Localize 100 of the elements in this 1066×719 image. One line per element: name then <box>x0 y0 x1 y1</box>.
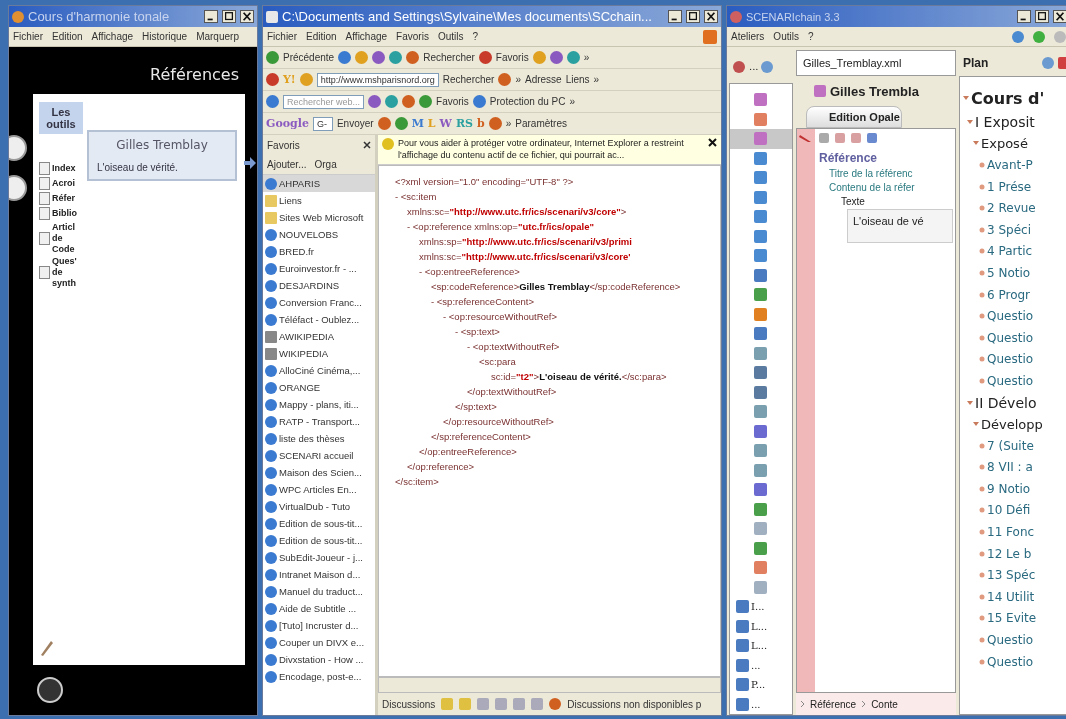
tree-folder[interactable]: ... <box>751 659 761 671</box>
toolbar-icon[interactable] <box>531 698 544 710</box>
favorite-item[interactable]: VirtualDub - Tuto <box>263 498 375 515</box>
toolbar-icon[interactable] <box>532 51 546 64</box>
toolbar-button[interactable]: Rechercher <box>423 52 475 63</box>
menu-item[interactable]: Outils <box>437 31 464 42</box>
toolbar-icon[interactable] <box>266 73 279 86</box>
checkbox[interactable] <box>39 231 50 245</box>
toolbar-icon[interactable] <box>419 95 433 108</box>
menu-item[interactable]: ? <box>472 31 479 42</box>
outline-item[interactable]: Questio <box>987 330 1034 345</box>
breadcrumb-item[interactable]: Conte <box>871 698 898 710</box>
tree-folder[interactable]: ... <box>751 698 761 710</box>
outline-item[interactable]: 13 Spéc <box>987 568 1036 583</box>
favorite-item[interactable]: liste des thèses <box>263 430 375 447</box>
tools-tab[interactable]: Les outils <box>39 102 83 134</box>
favorite-item[interactable]: ORANGE <box>263 379 375 396</box>
checkbox[interactable] <box>39 177 50 190</box>
checkbox[interactable] <box>39 207 50 220</box>
outline-item[interactable]: 10 Défi <box>987 503 1031 518</box>
outline-item[interactable]: 11 Fonc <box>987 525 1035 540</box>
outline-item[interactable]: 5 Notio <box>987 265 1031 280</box>
favorite-item[interactable]: AHPARIS <box>263 175 375 192</box>
toolbar-button[interactable]: Discussions <box>382 698 436 710</box>
outline-item[interactable]: Développ <box>981 416 1043 432</box>
toolbar-icon[interactable] <box>266 51 279 64</box>
favorite-item[interactable]: AlloCiné Cinéma,... <box>263 362 375 379</box>
menu-item[interactable]: Fichier <box>267 31 297 42</box>
outline-item[interactable]: II Dévelo <box>975 394 1037 411</box>
tree-item[interactable] <box>730 129 792 149</box>
maximize-icon[interactable] <box>686 10 700 23</box>
outline-item[interactable]: 3 Spéci <box>987 222 1031 237</box>
favorite-item[interactable]: Sites Web Microsoft <box>263 209 375 226</box>
checkbox[interactable] <box>39 192 50 205</box>
toolbar-icon[interactable] <box>389 51 403 64</box>
outline-item[interactable]: 9 Notio <box>987 481 1031 496</box>
favorite-item[interactable]: NOUVELOBS <box>263 226 375 243</box>
maximize-icon[interactable] <box>1035 10 1049 23</box>
organize-button[interactable]: Orga <box>314 159 337 170</box>
favorite-item[interactable]: WPC Articles En... <box>263 481 375 498</box>
toolbar-field[interactable]: G- <box>312 116 333 131</box>
toolbar-icon[interactable] <box>355 51 369 64</box>
toolbar-logo[interactable]: W <box>439 117 452 130</box>
toolbar-icon[interactable] <box>498 73 512 86</box>
outline-item[interactable]: Questio <box>987 309 1034 324</box>
outline-item[interactable]: Questio <box>987 654 1034 669</box>
tree-folder[interactable]: I... <box>751 601 765 613</box>
edit-tab[interactable]: Edition Opale <box>806 106 902 128</box>
favorite-item[interactable]: Edition de sous-tit... <box>263 532 375 549</box>
minimize-icon[interactable] <box>1017 10 1031 23</box>
file-tab[interactable]: Gilles_Tremblay.xml <box>796 50 956 76</box>
toolbar-icon[interactable] <box>402 95 416 108</box>
outline-item[interactable]: 8 VII : a <box>987 460 1033 475</box>
tree-folder[interactable]: P... <box>751 679 766 691</box>
favorite-item[interactable]: WIKIPEDIA <box>263 345 375 362</box>
toolbar-button[interactable]: » <box>569 96 575 107</box>
favorite-item[interactable]: Mappy - plans, iti... <box>263 396 375 413</box>
breadcrumb-item[interactable]: Référence <box>810 698 857 710</box>
menu-item[interactable]: Favoris <box>396 31 429 42</box>
toolbar-icon[interactable] <box>394 117 408 130</box>
toolbar-button[interactable]: Rechercher <box>442 74 495 85</box>
menu-item[interactable]: Edition <box>52 31 83 42</box>
outline-item[interactable]: Questio <box>987 352 1034 367</box>
menu-item[interactable]: ? <box>807 31 814 42</box>
outline-item[interactable]: 12 Le b <box>987 546 1032 561</box>
menu-item[interactable]: Edition <box>306 31 337 42</box>
toolbar-field[interactable]: http://www.mshparisnord.org <box>316 72 439 87</box>
toolbar-button[interactable]: Adresse <box>525 74 562 85</box>
outline-item[interactable]: Questio <box>987 373 1034 388</box>
checkbox[interactable] <box>39 266 50 280</box>
outline-item[interactable]: 4 Partic <box>987 244 1033 259</box>
tool-label[interactable]: Ques' de synth <box>52 256 86 289</box>
favorite-item[interactable]: RATP - Transport... <box>263 413 375 430</box>
expanded-triangle-icon[interactable] <box>967 399 973 406</box>
minimize-icon[interactable] <box>668 10 682 23</box>
favorite-item[interactable]: AWIKIPEDIA <box>263 328 375 345</box>
toolbar-logo[interactable]: M <box>411 117 424 130</box>
tool-label[interactable]: Index <box>52 163 86 174</box>
outline-item[interactable]: 2 Revue <box>987 201 1036 216</box>
minimize-icon[interactable] <box>204 10 218 23</box>
outline-item[interactable]: 15 Evite <box>987 611 1037 626</box>
tool-label[interactable]: Articl de Code <box>52 222 86 255</box>
favorite-item[interactable]: Couper un DIVX e... <box>263 634 375 651</box>
toolbar-button[interactable]: Favoris <box>495 52 529 63</box>
outline-item[interactable]: Avant-P <box>987 158 1033 172</box>
toolbar-button[interactable]: Liens <box>565 74 590 85</box>
toolbar-button[interactable]: » <box>583 52 590 63</box>
toolbar-icon[interactable] <box>472 95 486 108</box>
menu-item[interactable]: Historique <box>142 31 188 42</box>
favorite-item[interactable]: DESJARDINS <box>263 277 375 294</box>
toolbar-icon[interactable] <box>495 698 508 710</box>
toolbar-button[interactable]: Protection du PC <box>489 96 566 107</box>
outline-item[interactable]: 7 (Suite <box>987 438 1034 453</box>
favorite-item[interactable]: Intranet Maison d... <box>263 566 375 583</box>
outline-item[interactable]: Exposé <box>981 135 1028 151</box>
favorite-item[interactable]: Divxstation - How ... <box>263 651 375 668</box>
favorite-item[interactable]: SubEdit-Joueur - j... <box>263 549 375 566</box>
favorite-item[interactable]: Aide de Subtitle ... <box>263 600 375 617</box>
expanded-triangle-icon[interactable] <box>963 95 969 101</box>
toolbar-icon[interactable] <box>338 51 352 64</box>
